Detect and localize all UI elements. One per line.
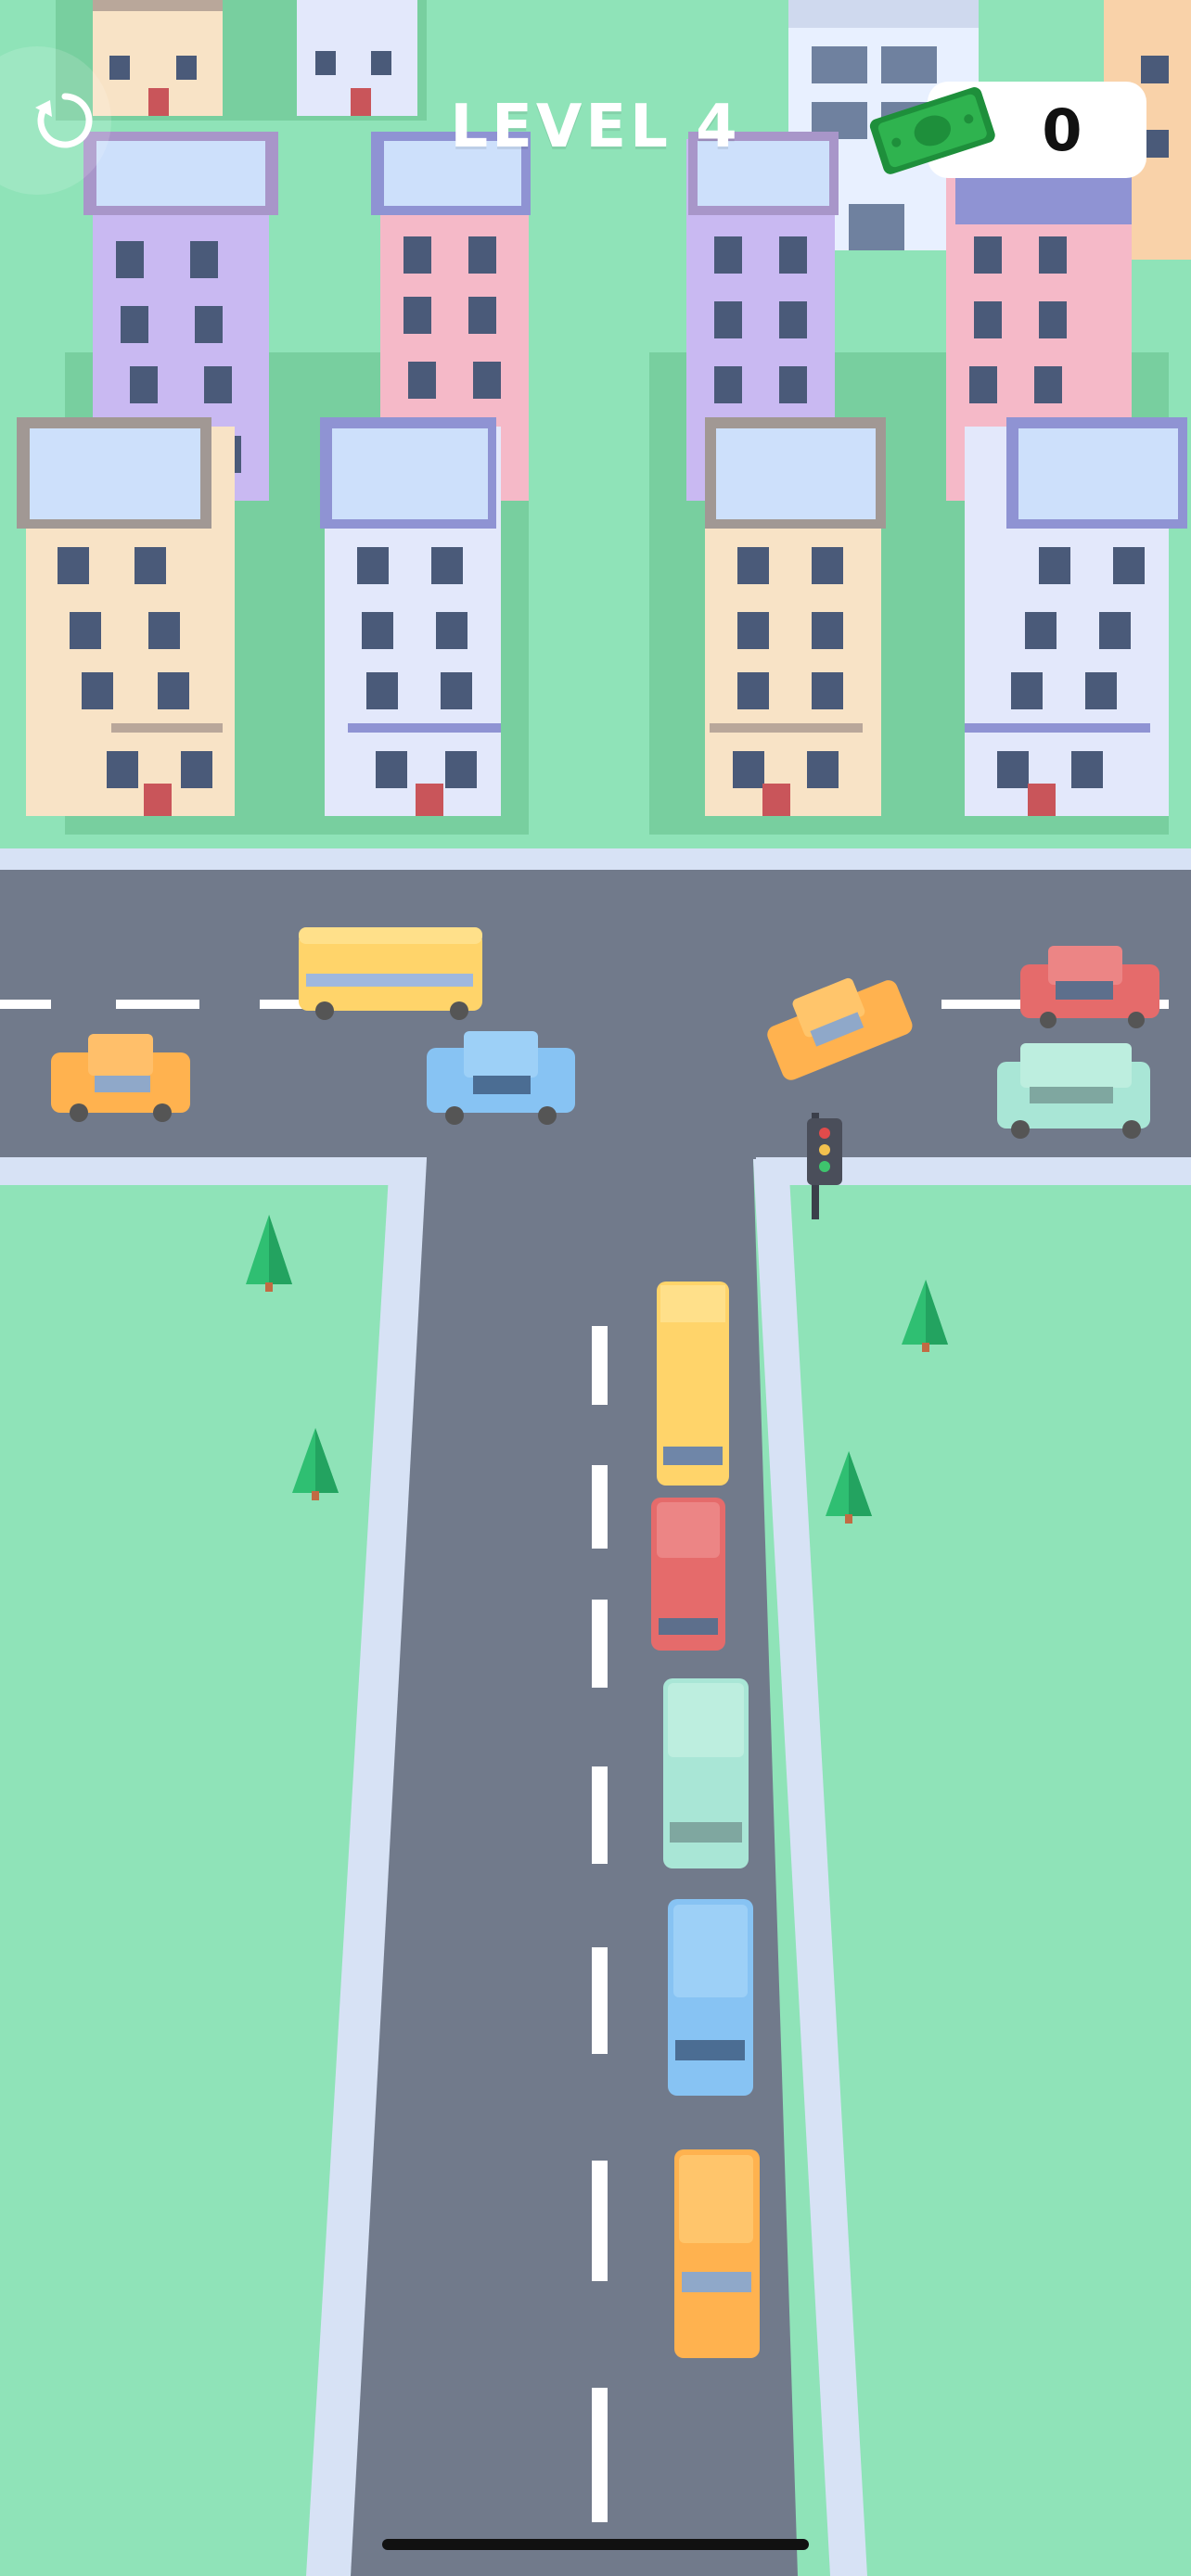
home-indicator[interactable] [382, 2539, 809, 2550]
queue-car-orange[interactable] [674, 2149, 760, 2358]
game-scene[interactable] [0, 0, 1191, 2576]
building-blue-right [965, 417, 1187, 816]
horizontal-road [0, 848, 1191, 1185]
queue-car-red[interactable] [651, 1498, 725, 1651]
building-blue-left [320, 417, 501, 816]
queue-van-mint[interactable] [663, 1678, 749, 1868]
building-cream-right [705, 417, 886, 816]
queue-car-blue[interactable] [668, 1899, 753, 2096]
cash-value: 0 [1042, 96, 1082, 164]
building-cream-left [17, 417, 235, 816]
traffic-bus-yellow [299, 927, 482, 1020]
queue-bus-yellow[interactable] [657, 1282, 729, 1486]
